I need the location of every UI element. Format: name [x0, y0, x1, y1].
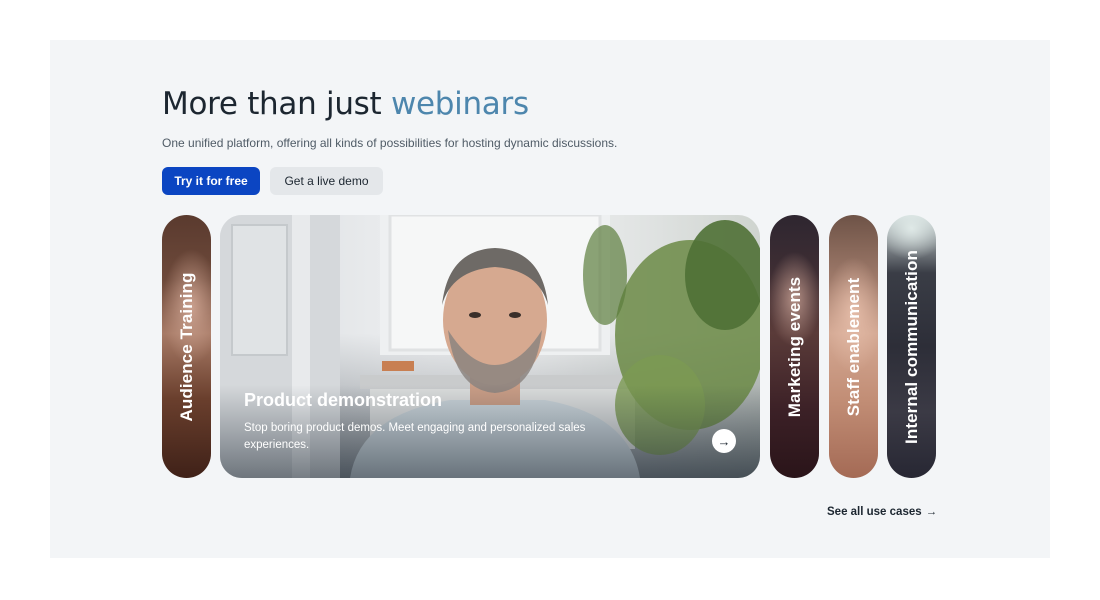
- pill-label: Internal communication: [901, 249, 921, 444]
- page-subtitle: One unified platform, offering all kinds…: [162, 136, 618, 150]
- see-all-use-cases-link[interactable]: See all use cases →: [827, 506, 937, 518]
- use-case-card-product-demonstration[interactable]: Product demonstration Stop boring produc…: [220, 215, 760, 478]
- try-free-button[interactable]: Try it for free: [162, 167, 260, 195]
- arrow-right-icon: →: [925, 506, 938, 518]
- title-accent: webinars: [390, 86, 529, 122]
- card-title: Product demonstration: [244, 390, 443, 410]
- page-title: More than just webinars: [162, 86, 529, 122]
- title-prefix: More than just: [162, 86, 391, 122]
- arrow-right-icon[interactable]: →: [712, 429, 736, 453]
- use-case-pill-internal-communication[interactable]: Internal communication: [887, 215, 936, 478]
- pill-label: Audience Training: [176, 271, 196, 422]
- card-description: Stop boring product demos. Meet engaging…: [244, 422, 586, 451]
- live-demo-button[interactable]: Get a live demo: [270, 167, 383, 195]
- use-cases-section: More than just webinars One unified plat…: [50, 40, 1050, 558]
- use-case-pill-marketing-events[interactable]: Marketing events: [770, 215, 819, 478]
- pill-label: Staff enablement: [843, 277, 863, 416]
- pill-label: Marketing events: [784, 276, 804, 417]
- see-all-label: See all use cases: [827, 506, 922, 518]
- use-case-pill-staff-enablement[interactable]: Staff enablement: [829, 215, 878, 478]
- use-case-pill-audience-training[interactable]: Audience Training: [162, 215, 211, 478]
